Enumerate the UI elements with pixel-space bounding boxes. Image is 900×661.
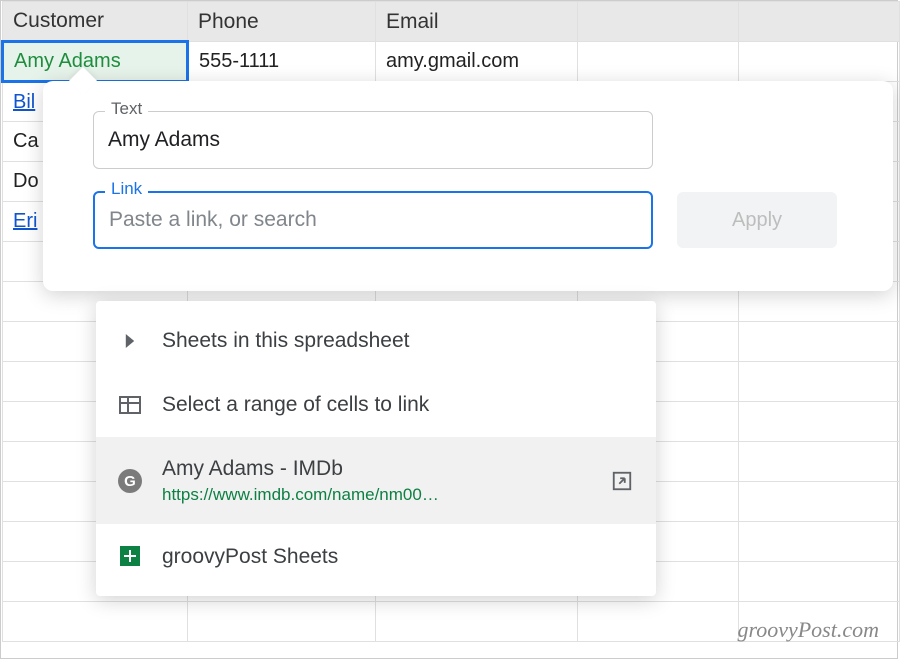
- suggestion-label: Select a range of cells to link: [162, 391, 636, 418]
- grid-icon: [116, 391, 144, 419]
- suggestion-label: groovyPost Sheets: [162, 543, 636, 570]
- watermark: groovyPost.com: [737, 617, 879, 643]
- cell[interactable]: [188, 602, 376, 642]
- svg-text:G: G: [124, 473, 136, 490]
- link-url-input[interactable]: [93, 191, 653, 249]
- suggestion-sheets-in-spreadsheet[interactable]: Sheets in this spreadsheet: [96, 309, 656, 373]
- sheets-doc-icon: [116, 542, 144, 570]
- suggestion-label: Sheets in this spreadsheet: [162, 327, 636, 354]
- table-row: Amy Adams 555-1111 amy.gmail.com: [3, 42, 900, 82]
- link-field-label: Link: [105, 179, 148, 199]
- link-suggestions-dropdown: Sheets in this spreadsheet Select a rang…: [96, 301, 656, 596]
- link-editor-popup: Text Link Apply: [43, 81, 893, 291]
- cell[interactable]: [739, 42, 900, 82]
- header-row: Customer Phone Email: [3, 2, 900, 42]
- header-blank-d[interactable]: [578, 2, 739, 42]
- cell[interactable]: [739, 562, 900, 602]
- suggestion-select-range[interactable]: Select a range of cells to link: [96, 373, 656, 437]
- result-title: Amy Adams - IMDb: [162, 455, 590, 482]
- cell[interactable]: [739, 402, 900, 442]
- cell[interactable]: 555-1111: [188, 42, 376, 82]
- header-email[interactable]: Email: [376, 2, 578, 42]
- cell[interactable]: [376, 602, 578, 642]
- cell[interactable]: [578, 42, 739, 82]
- link-text-input[interactable]: [93, 111, 653, 169]
- cell[interactable]: [739, 522, 900, 562]
- header-customer[interactable]: Customer: [3, 2, 188, 42]
- cell[interactable]: [3, 602, 188, 642]
- open-external-icon[interactable]: [608, 467, 636, 495]
- suggestion-label: Amy Adams - IMDb https://www.imdb.com/na…: [162, 455, 590, 506]
- cell[interactable]: [739, 482, 900, 522]
- cell[interactable]: [578, 602, 739, 642]
- cell[interactable]: [739, 362, 900, 402]
- suggestion-search-result[interactable]: G Amy Adams - IMDb https://www.imdb.com/…: [96, 437, 656, 524]
- apply-button[interactable]: Apply: [677, 192, 837, 248]
- result-url: https://www.imdb.com/name/nm00…: [162, 484, 590, 506]
- cell[interactable]: amy.gmail.com: [376, 42, 578, 82]
- cell[interactable]: [739, 322, 900, 362]
- spreadsheet: Customer Phone Email Amy Adams 555-1111 …: [0, 0, 898, 659]
- header-phone[interactable]: Phone: [188, 2, 376, 42]
- chevron-right-icon: [116, 327, 144, 355]
- cell-selected[interactable]: Amy Adams: [3, 42, 188, 82]
- cell[interactable]: [739, 442, 900, 482]
- suggestion-doc-result[interactable]: groovyPost Sheets: [96, 524, 656, 588]
- text-field-label: Text: [105, 99, 148, 119]
- header-blank-e[interactable]: [739, 2, 900, 42]
- google-icon: G: [116, 467, 144, 495]
